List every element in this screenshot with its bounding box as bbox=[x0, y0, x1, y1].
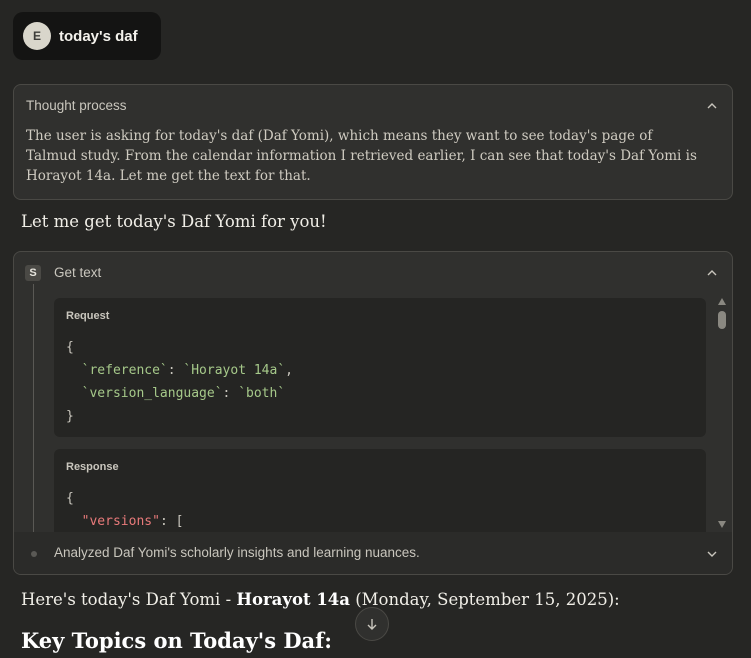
tool-title: Get text bbox=[54, 265, 102, 280]
daf-answer-line: Here's today's Daf Yomi - Horayot 14a (M… bbox=[21, 590, 620, 609]
chevron-up-icon[interactable] bbox=[706, 267, 718, 279]
request-code: { `reference`: `Horayot 14a`, `version_l… bbox=[66, 340, 293, 424]
chevron-down-icon[interactable] bbox=[706, 548, 718, 560]
response-block: Response { "versions": [ bbox=[54, 449, 706, 532]
tool-call-card: S Get text Request { `reference`: `Horay… bbox=[13, 251, 733, 575]
tool-badge: S bbox=[25, 265, 41, 281]
chevron-up-icon[interactable] bbox=[706, 100, 718, 112]
vertical-scrollbar[interactable] bbox=[716, 296, 728, 532]
scroll-to-bottom-button[interactable] bbox=[355, 607, 389, 641]
thought-process-title: Thought process bbox=[26, 98, 127, 113]
analyzed-row[interactable]: Analyzed Daf Yomi's scholarly insights a… bbox=[14, 532, 732, 574]
timeline-line bbox=[33, 284, 34, 542]
user-message-bubble: E today's daf bbox=[13, 12, 161, 60]
request-block: Request { `reference`: `Horayot 14a`, `v… bbox=[54, 298, 706, 437]
user-message-text: today's daf bbox=[59, 27, 138, 45]
scroll-down-arrow-icon[interactable] bbox=[718, 521, 726, 528]
scrollbar-thumb[interactable] bbox=[718, 311, 726, 329]
key-topics-heading: Key Topics on Today's Daf: bbox=[21, 628, 332, 653]
user-avatar: E bbox=[23, 22, 51, 50]
tool-header[interactable]: S Get text bbox=[14, 252, 732, 296]
assistant-intro-text: Let me get today's Daf Yomi for you! bbox=[21, 212, 327, 231]
response-code: { "versions": [ bbox=[66, 491, 184, 529]
timeline-dot bbox=[31, 551, 37, 557]
scroll-up-arrow-icon[interactable] bbox=[718, 298, 726, 305]
tool-output-scroll-area[interactable]: Request { `reference`: `Horayot 14a`, `v… bbox=[54, 298, 706, 532]
analyzed-summary-text: Analyzed Daf Yomi's scholarly insights a… bbox=[54, 545, 420, 560]
arrow-down-icon bbox=[367, 619, 377, 630]
thought-process-card[interactable]: Thought process The user is asking for t… bbox=[13, 84, 733, 200]
request-label: Request bbox=[66, 310, 110, 322]
daf-reference: Horayot 14a bbox=[236, 590, 350, 609]
response-label: Response bbox=[66, 461, 119, 473]
thought-process-body: The user is asking for today's daf (Daf … bbox=[26, 128, 697, 184]
